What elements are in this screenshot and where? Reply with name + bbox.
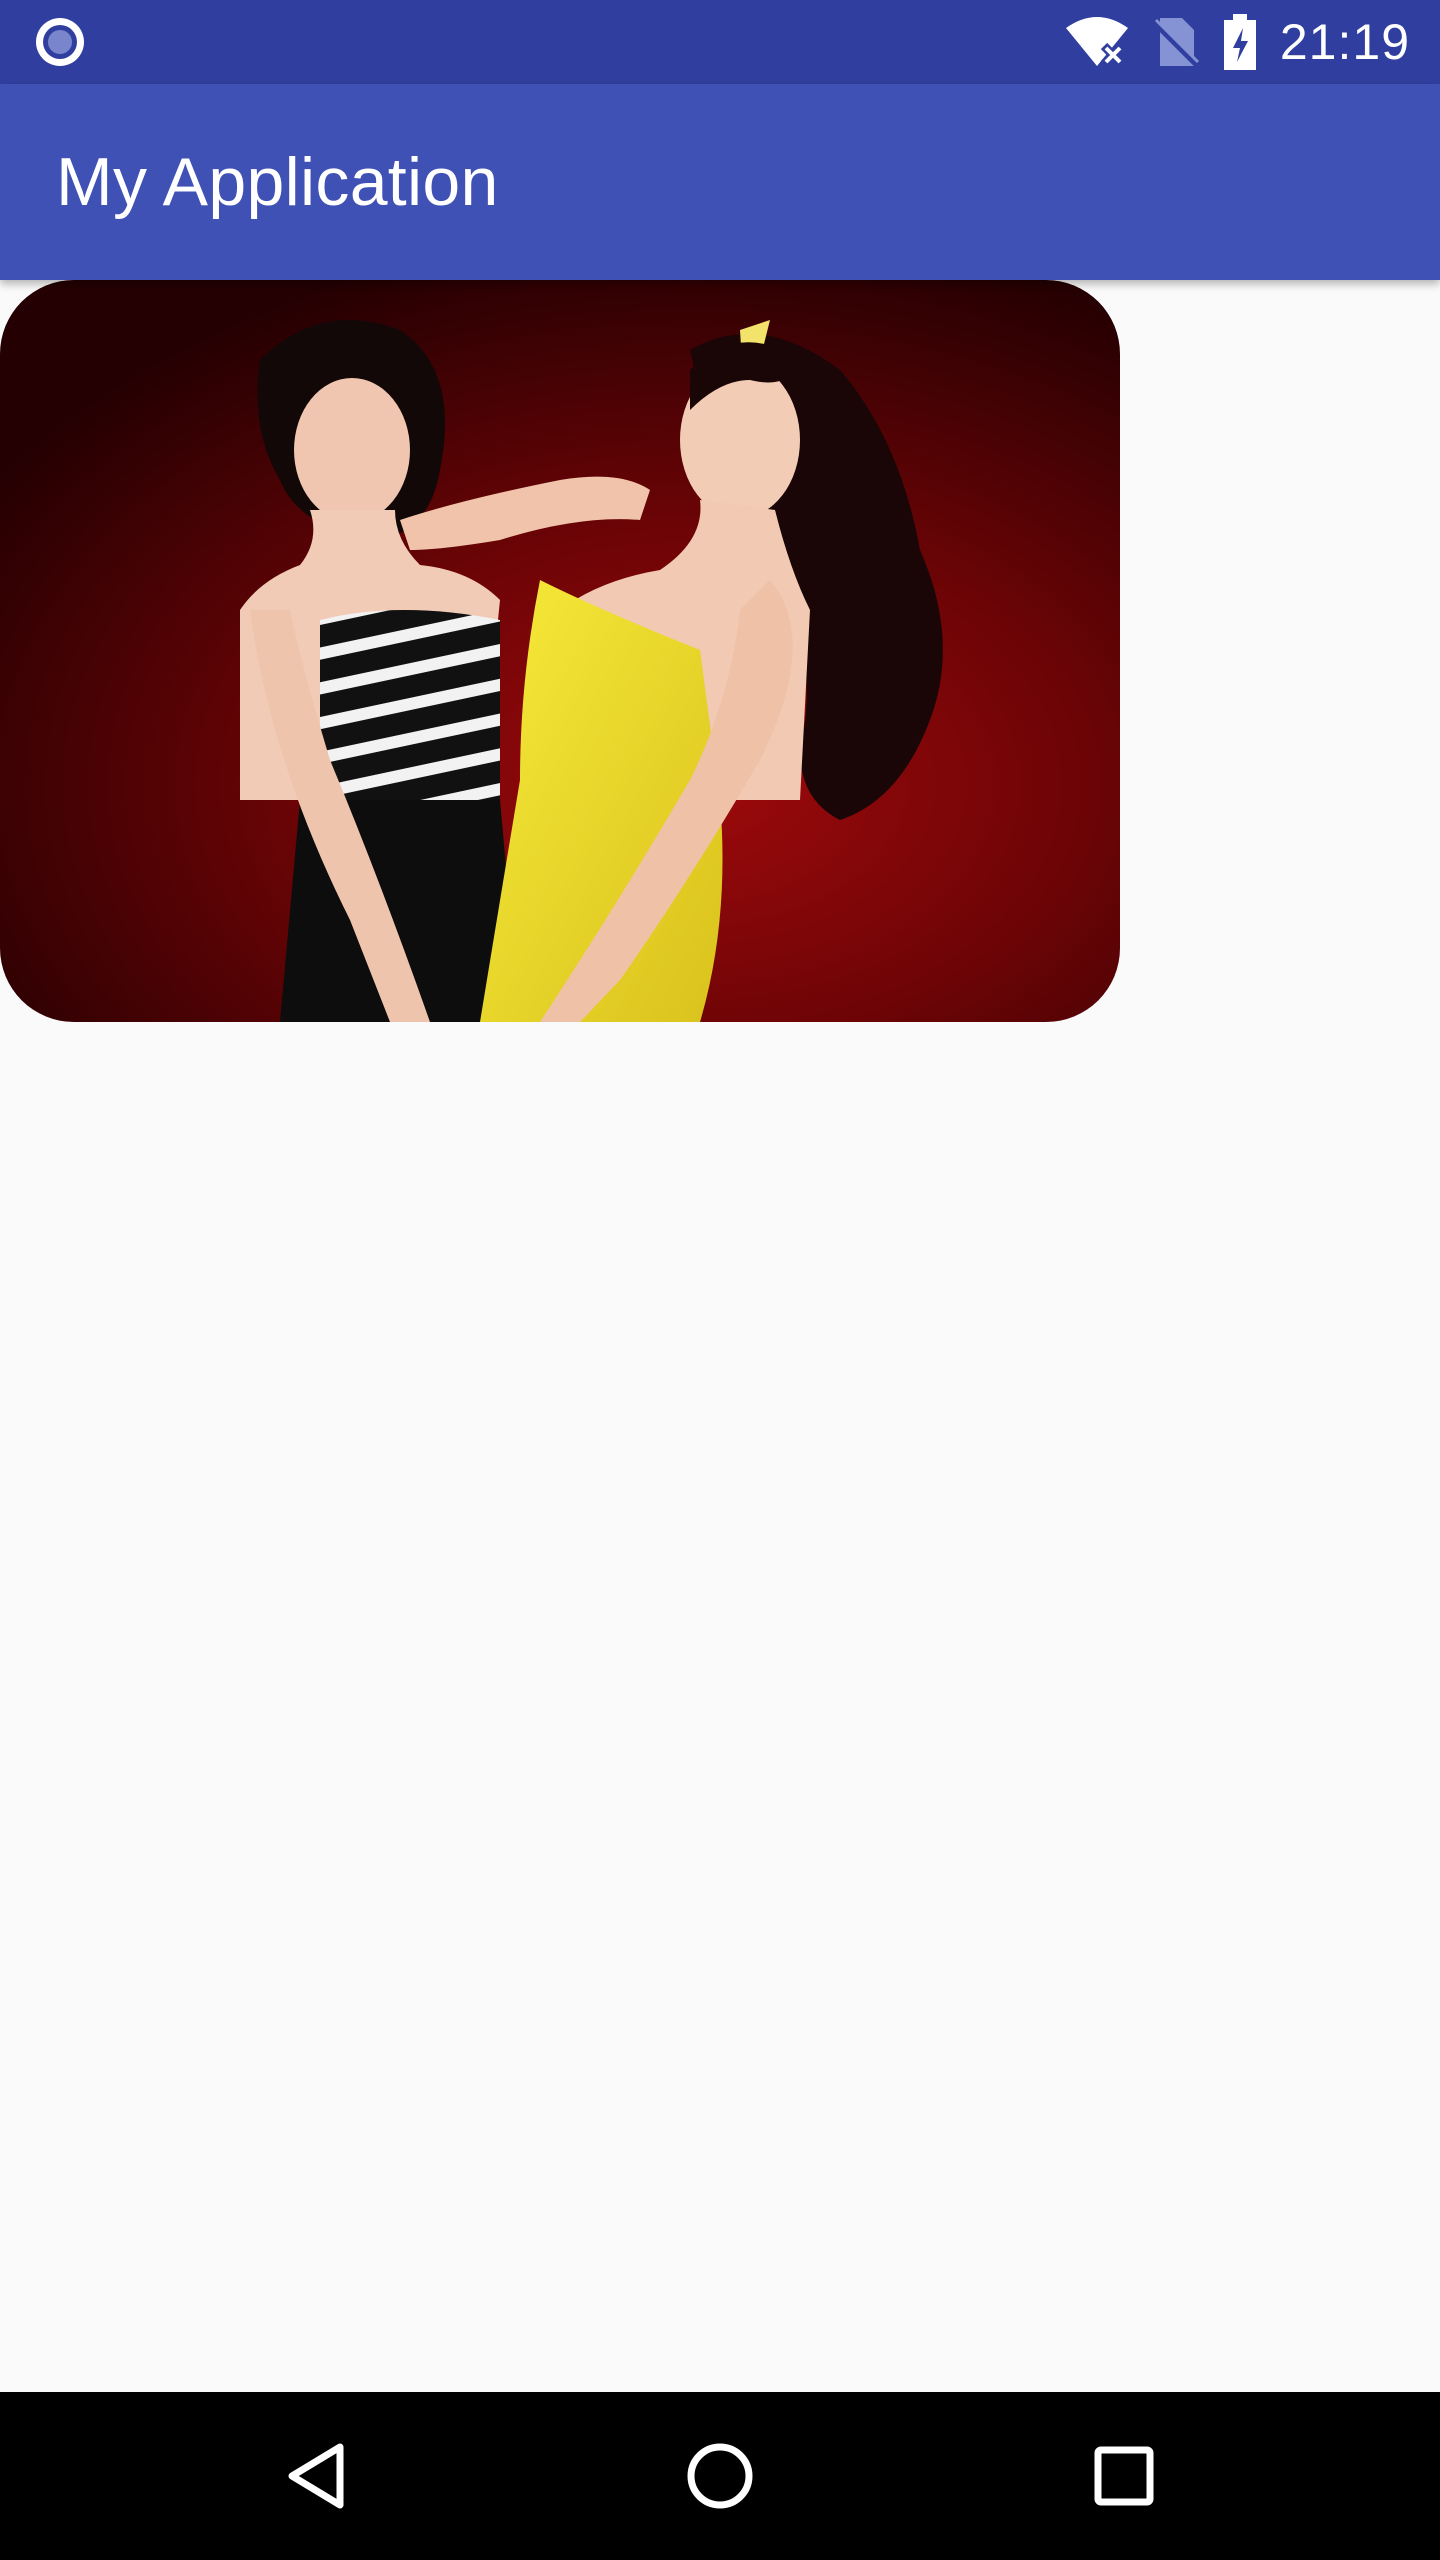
home-button[interactable]	[678, 2434, 762, 2518]
status-icons: 21:19	[1064, 0, 1410, 84]
navigation-bar	[0, 2392, 1440, 2560]
notification-dot-icon	[36, 18, 84, 66]
home-circle-icon	[687, 2443, 753, 2509]
no-sim-icon	[1151, 18, 1200, 68]
recents-button[interactable]	[1082, 2434, 1166, 2518]
back-button[interactable]	[274, 2434, 358, 2518]
back-triangle-icon	[288, 2443, 344, 2509]
photo-image	[0, 280, 1120, 1022]
wifi-off-icon	[1065, 17, 1128, 68]
recents-square-icon	[1094, 2446, 1154, 2506]
status-bar: 21:19	[0, 0, 1440, 84]
app-title: My Application	[56, 144, 499, 220]
battery-charging-icon	[1223, 14, 1256, 70]
photo-artwork	[0, 280, 1120, 1022]
app-bar: My Application	[0, 84, 1440, 280]
status-time: 21:19	[1279, 14, 1410, 70]
